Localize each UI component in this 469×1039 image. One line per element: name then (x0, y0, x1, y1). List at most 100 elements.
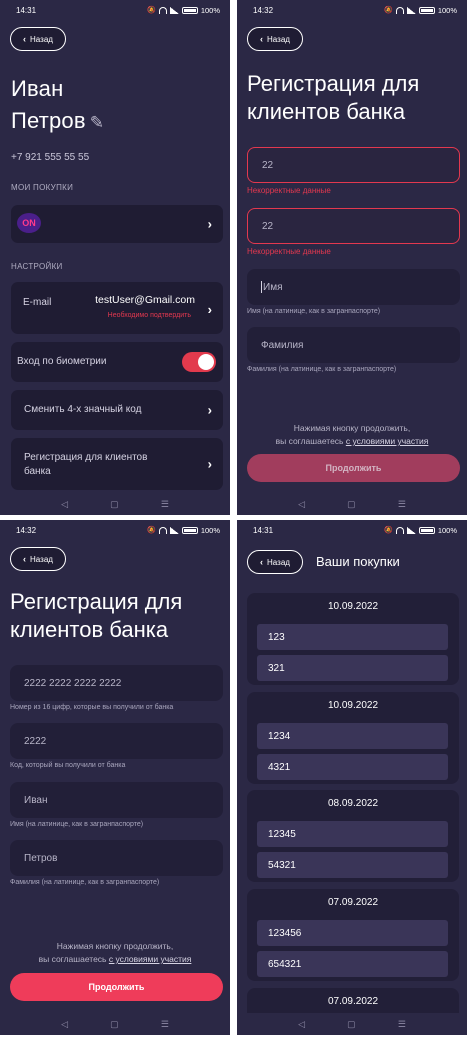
status-time: 14:31 (16, 5, 37, 15)
email-row[interactable]: E-mail testUser@Gmail.com Необходимо под… (11, 282, 223, 334)
purchase-date: 10.09.2022 (327, 601, 379, 612)
status-bar: 14:32 🔕 100% (237, 0, 467, 20)
nav-back-icon[interactable]: ◁ (298, 499, 305, 510)
pencil-icon[interactable]: ✎ (90, 113, 104, 132)
chevron-right-icon: › (207, 456, 212, 472)
signal-icon (406, 526, 416, 534)
nav-home-icon[interactable]: ▢ (347, 1019, 356, 1030)
purchase-item[interactable]: 54321 (257, 852, 448, 878)
card-number-input[interactable]: 22 (247, 147, 460, 183)
nav-home-icon[interactable]: ▢ (110, 1019, 119, 1030)
last-name: Петров (11, 108, 86, 133)
last-name-input[interactable]: Петров (10, 840, 223, 876)
back-button[interactable]: ‹ Назад (247, 550, 303, 574)
chevron-left-icon: ‹ (23, 34, 27, 44)
text-caret (261, 281, 262, 293)
last-name-row: Петров ✎ (11, 108, 104, 134)
chevron-right-icon: › (207, 302, 212, 317)
nav-back-icon[interactable]: ◁ (61, 499, 68, 510)
nav-menu-icon[interactable]: ☰ (161, 1019, 169, 1030)
chevron-left-icon: ‹ (260, 557, 264, 567)
purchase-item[interactable]: 123 (257, 624, 448, 650)
email-value: testUser@Gmail.com (95, 294, 195, 306)
code-error: Некорректные данные (247, 247, 331, 256)
nav-home-icon[interactable]: ▢ (347, 499, 356, 510)
purchase-item[interactable]: 4321 (257, 754, 448, 780)
first-name-input[interactable]: Имя (247, 269, 460, 305)
purchase-group: 10.09.2022 123 321 (247, 593, 459, 685)
purchase-item[interactable]: 12345 (257, 821, 448, 847)
mute-icon: 🔕 (147, 7, 156, 14)
registration-error-screen: 14:32 🔕 100% ‹ Назад Регистрация для клиен… (237, 0, 467, 515)
change-code-row[interactable]: Сменить 4-х значный код › (11, 390, 223, 430)
system-nav-bar: ◁ ▢ ☰ (237, 1013, 467, 1035)
purchase-date: 10.09.2022 (327, 700, 379, 711)
purchases-screen: 14:31 🔕 100% ‹ Назад Ваши покупки 10.09.20… (237, 520, 467, 1035)
biometric-row[interactable]: Вход по биометрии (11, 342, 223, 382)
status-bar: 14:32 🔕 100% (0, 520, 230, 540)
page-title: Ваши покупки (316, 554, 400, 569)
status-bar: 14:31 🔕 100% (0, 0, 230, 20)
last-name-hint: Фамилия (на латинице, как в загранпаспор… (10, 879, 160, 886)
purchase-item[interactable]: 1234 (257, 723, 448, 749)
terms-link[interactable]: с условиями участия (109, 954, 192, 964)
bank-registration-label: Регистрация для клиентов банка (24, 452, 148, 477)
battery-percent: 100% (200, 525, 220, 535)
agreement-text: Нажимая кнопку продолжить, вы соглашаете… (38, 941, 192, 964)
continue-button[interactable]: Продолжить (10, 973, 223, 1001)
battery-percent: 100% (200, 5, 220, 15)
back-button[interactable]: ‹ Назад (247, 27, 303, 51)
agreement-text: Нажимая кнопку продолжить, вы соглашаете… (275, 423, 429, 446)
biometric-label: Вход по биометрии (17, 356, 107, 367)
purchase-date: 07.09.2022 (327, 996, 379, 1007)
back-button[interactable]: ‹ Назад (10, 27, 66, 51)
purchase-date: 08.09.2022 (327, 798, 379, 809)
system-nav-bar: ◁ ▢ ☰ (0, 1013, 230, 1035)
purchase-item[interactable]: 654321 (257, 951, 448, 977)
biometric-toggle[interactable] (182, 352, 216, 372)
purchase-date: 07.09.2022 (327, 897, 379, 908)
continue-button[interactable]: Продолжить (247, 454, 460, 482)
phone-number: +7 921 555 55 55 (11, 152, 90, 163)
first-name-hint: Имя (на латинице, как в загранпаспорте) (247, 308, 381, 315)
last-name-hint: Фамилия (на латинице, как в загранпаспор… (247, 366, 397, 373)
status-time: 14:31 (253, 525, 274, 535)
code-hint: Код, который вы получили от банка (10, 762, 126, 769)
chevron-left-icon: ‹ (260, 34, 264, 44)
battery-percent: 100% (437, 525, 457, 535)
chevron-right-icon: › (207, 216, 212, 232)
purchase-item[interactable]: 123456 (257, 920, 448, 946)
status-time: 14:32 (253, 5, 274, 15)
nav-back-icon[interactable]: ◁ (61, 1019, 68, 1030)
first-name-input[interactable]: Иван (10, 782, 223, 818)
profile-screen: 14:31 🔕 100% ‹ Назад Иван Петров ✎ +7 921 5… (0, 0, 230, 515)
bank-registration-row[interactable]: Регистрация для клиентов банка › (11, 438, 223, 490)
card-number-error: Некорректные данные (247, 186, 331, 195)
purchases-card[interactable]: ON › (11, 205, 223, 243)
nav-menu-icon[interactable]: ☰ (398, 499, 406, 510)
code-input[interactable]: 2222 (10, 723, 223, 759)
settings-header: НАСТРОЙКИ (11, 262, 63, 271)
mute-icon: 🔕 (384, 7, 393, 14)
purchase-item[interactable]: 321 (257, 655, 448, 681)
card-number-input[interactable]: 2222 2222 2222 2222 (10, 665, 223, 701)
nav-menu-icon[interactable]: ☰ (161, 499, 169, 510)
nav-menu-icon[interactable]: ☰ (398, 1019, 406, 1030)
nav-home-icon[interactable]: ▢ (110, 499, 119, 510)
purchase-group: 07.09.2022 123456 654321 (247, 889, 459, 981)
signal-icon (169, 526, 179, 534)
status-time: 14:32 (16, 525, 37, 535)
battery-percent: 100% (437, 5, 457, 15)
signal-icon (406, 6, 416, 14)
email-label: E-mail (23, 297, 52, 308)
purchase-group: 10.09.2022 1234 4321 (247, 692, 459, 784)
card-number-hint: Номер из 16 цифр, которые вы получили от… (10, 704, 174, 711)
email-warning: Необходимо подтвердить (107, 312, 191, 319)
mute-icon: 🔕 (147, 527, 156, 534)
code-input[interactable]: 22 (247, 208, 460, 244)
nav-back-icon[interactable]: ◁ (298, 1019, 305, 1030)
terms-link[interactable]: с условиями участия (346, 436, 429, 446)
last-name-input[interactable]: Фамилия (247, 327, 460, 363)
back-button[interactable]: ‹ Назад (10, 547, 66, 571)
wifi-icon (395, 6, 404, 14)
